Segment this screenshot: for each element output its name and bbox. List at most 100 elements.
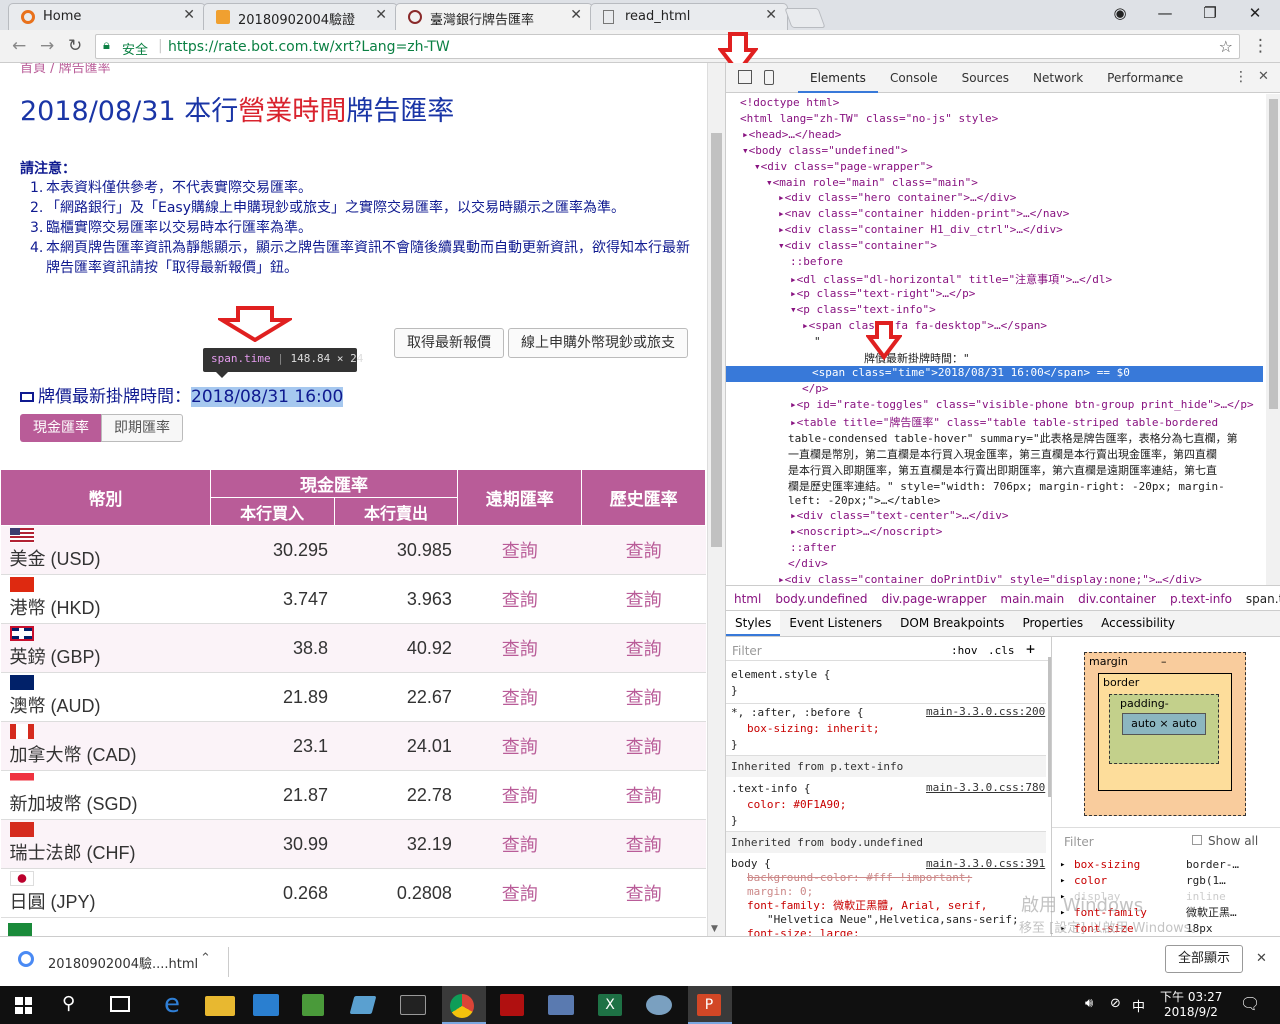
dom-node[interactable]: ▾<div class="container"> (778, 239, 937, 255)
forward-icon[interactable]: → (40, 36, 54, 56)
windows-start-icon[interactable] (15, 997, 32, 1014)
store-icon[interactable] (253, 994, 279, 1016)
tab-bot-rates[interactable]: 臺灣銀行牌告匯率 ✕ (395, 3, 593, 30)
chevron-up-icon[interactable]: ⌃ (200, 951, 211, 966)
forward-query-link[interactable]: 查詢 (457, 525, 582, 575)
chart-app-icon[interactable] (302, 994, 324, 1016)
devtools-tab-network[interactable]: Network (1021, 63, 1095, 93)
history-query-link[interactable]: 查詢 (581, 672, 706, 722)
dom-node[interactable]: ▾<div class="page-wrapper"> (754, 160, 933, 176)
dom-node[interactable]: ▸<p id="rate-toggles" class="visible-pho… (790, 398, 1254, 414)
devtools-tab-performance[interactable]: Performance (1095, 63, 1195, 93)
spot-rate-toggle[interactable]: 即期匯率 (101, 414, 183, 442)
dom-node[interactable]: ▸<head>…</head> (742, 128, 841, 144)
file-explorer-icon[interactable] (205, 996, 235, 1016)
dom-node[interactable]: ▸<table title="牌告匯率" class="table table-… (790, 414, 1218, 430)
breadcrumb-item[interactable]: body.undefined (775, 592, 867, 610)
close-icon[interactable]: ✕ (183, 7, 195, 23)
dom-node[interactable]: ▸<div class="hero container">…</div> (778, 191, 1016, 207)
add-rule-icon[interactable]: + (1026, 640, 1035, 658)
tab-verification[interactable]: 20180902004驗證 ✕ (203, 3, 398, 30)
close-icon[interactable]: ✕ (570, 7, 582, 23)
scroll-thumb[interactable] (711, 133, 722, 547)
forward-query-link[interactable]: 查詢 (457, 868, 582, 918)
devtools-tab-sources[interactable]: Sources (950, 63, 1021, 93)
css-source-link[interactable]: main-3.3.0.css:200 (926, 705, 1045, 718)
dom-node[interactable]: ▾<body class="undefined"> (742, 144, 908, 160)
dom-node-selected[interactable]: <span class="time">2018/08/31 16:00</spa… (726, 366, 1263, 383)
star-icon[interactable]: ☆ (1219, 37, 1233, 56)
reload-icon[interactable]: ↻ (68, 36, 82, 56)
dom-node[interactable]: <html lang="zh-TW" class="no-js" style> (740, 112, 998, 128)
close-window-button[interactable]: ✕ (1235, 4, 1275, 22)
menu-icon[interactable]: ⋮ (1252, 36, 1269, 56)
breadcrumb-item[interactable]: div.container (1078, 592, 1156, 610)
dom-node[interactable]: 是本行買入即期匯率，第五直欄是本行賣出即期匯率，第六直欄是遠期匯率連結，第七直 (788, 462, 1217, 478)
refresh-quote-button[interactable]: 取得最新報價 (394, 328, 504, 358)
forward-query-link[interactable]: 查詢 (457, 574, 582, 624)
dom-node[interactable]: ▸<span class="fa fa-desktop">…</span> (802, 319, 1047, 335)
page-scrollbar[interactable]: ▼ (707, 63, 725, 936)
styles-filter-input[interactable]: Filter (732, 644, 762, 658)
styles-tab-properties[interactable]: Properties (1013, 611, 1092, 636)
close-download-bar-icon[interactable]: ✕ (1256, 951, 1267, 966)
history-query-link[interactable]: 查詢 (581, 574, 706, 624)
forward-query-link[interactable]: 查詢 (457, 672, 582, 722)
dom-node[interactable]: table-condensed table-hover" summary="此表… (788, 430, 1238, 446)
scroll-down-icon[interactable]: ▼ (711, 924, 718, 934)
cls-toggle[interactable]: .cls (988, 644, 1015, 657)
breadcrumb-item[interactable]: div.page-wrapper (882, 592, 987, 610)
styles-tab-dom-breakpoints[interactable]: DOM Breakpoints (891, 611, 1013, 636)
dom-node[interactable]: ▾<p class="text-info"> (790, 303, 936, 319)
dom-node[interactable]: <!doctype html> (740, 96, 839, 112)
powerpoint-icon[interactable]: P (697, 994, 721, 1016)
devtools-close-icon[interactable]: ✕ (1258, 69, 1269, 84)
breadcrumb-item[interactable]: main.main (1000, 592, 1064, 610)
paint-icon[interactable] (646, 995, 672, 1015)
dom-node[interactable]: ▸<div class="container H1_div_ctrl">…</d… (778, 223, 1063, 239)
css-source-link[interactable]: main-3.3.0.css:391 (926, 857, 1045, 870)
forward-query-link[interactable]: 查詢 (457, 819, 582, 869)
forward-query-link[interactable]: 查詢 (457, 770, 582, 820)
dom-node[interactable]: ::before (790, 255, 843, 271)
close-icon[interactable]: ✕ (765, 7, 777, 23)
notification-icon[interactable]: 🗨︎ (1240, 994, 1260, 1013)
dom-node[interactable]: ▸<div class="container doPrintDiv" style… (778, 573, 1202, 585)
dom-node[interactable]: </div> (788, 557, 828, 573)
restore-button[interactable]: ❐ (1190, 4, 1230, 22)
volume-icon[interactable]: 🔊︎ (1085, 996, 1093, 1011)
breadcrumb[interactable]: 首頁 / 牌告匯率 (20, 63, 111, 76)
ie-icon[interactable]: e (157, 991, 187, 1019)
back-icon[interactable]: ← (12, 36, 26, 56)
cash-rate-toggle[interactable]: 現金匯率 (20, 414, 102, 442)
dom-node[interactable]: " (814, 335, 821, 351)
dom-node[interactable]: </p> (802, 382, 829, 398)
dom-node[interactable]: ▸<dl class="dl-horizontal" title="注意事項">… (790, 271, 1112, 287)
breadcrumb-item[interactable]: span.time (1246, 592, 1280, 610)
show-all-downloads-button[interactable]: 全部顯示 (1165, 945, 1243, 973)
minimize-button[interactable]: — (1145, 4, 1185, 22)
address-bar[interactable]: 🔒︎ 安全 | https://rate.bot.com.tw/xrt?Lang… (95, 34, 1240, 59)
styles-tab-accessibility[interactable]: Accessibility (1092, 611, 1184, 636)
devtools-tab-elements[interactable]: Elements (798, 63, 878, 93)
dom-node[interactable]: ::after (790, 541, 836, 557)
devtools-tab-console[interactable]: Console (878, 63, 950, 93)
dom-scrollbar[interactable] (1266, 94, 1280, 585)
computed-filter-input[interactable]: Filter (1064, 835, 1094, 849)
history-query-link[interactable]: 查詢 (581, 770, 706, 820)
computed-property[interactable]: ▸ box-sizing border-… (1060, 857, 1275, 873)
dom-node[interactable]: ▸<noscript>…</noscript> (790, 525, 942, 541)
terminal-icon[interactable] (400, 995, 426, 1015)
styles-tab-styles[interactable]: Styles (726, 611, 781, 636)
pdf-reader-icon[interactable] (500, 994, 524, 1016)
dom-node[interactable]: left: -20px;">…</table> (788, 494, 940, 510)
tab-home[interactable]: Home ✕ (8, 3, 206, 30)
computed-property[interactable]: ▸ color rgb(1… (1060, 873, 1275, 889)
chrome-taskbar-icon[interactable] (450, 994, 474, 1018)
clock-time[interactable]: 下午 03:27 (1160, 988, 1222, 1005)
dom-node[interactable]: 欄是歷史匯率連結。" style="width: 706px; margin-r… (788, 478, 1225, 494)
ime-icon[interactable]: 中 (1132, 996, 1145, 1015)
forward-query-link[interactable]: 查詢 (457, 623, 582, 673)
dom-node[interactable]: ▸<nav class="container hidden-print">…</… (778, 207, 1069, 223)
online-purchase-button[interactable]: 線上申購外幣現鈔或旅支 (508, 328, 688, 358)
